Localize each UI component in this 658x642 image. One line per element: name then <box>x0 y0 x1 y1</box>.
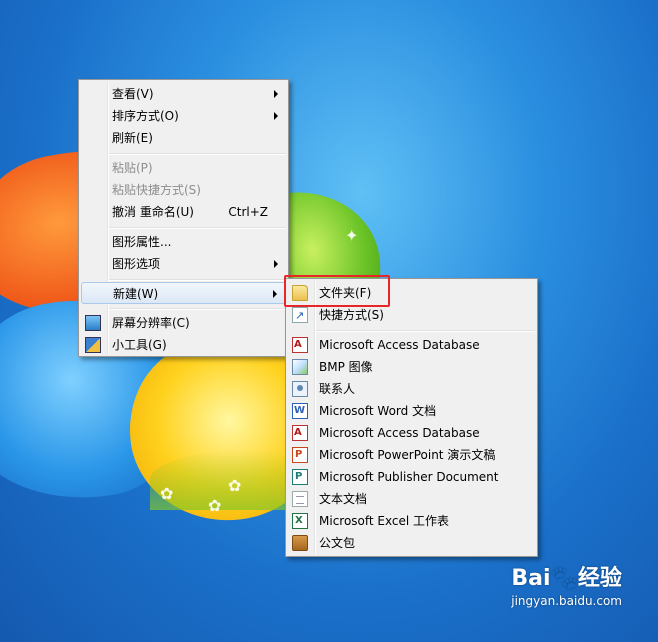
submenu-arrow-icon <box>274 90 278 98</box>
monitor-icon <box>85 315 101 331</box>
menu-item-new[interactable]: 新建(W) <box>81 282 286 304</box>
flower-icon: ✿ <box>208 496 222 515</box>
access-icon <box>292 334 308 356</box>
menu-item-paste-shortcut[interactable]: 粘贴快捷方式(S) <box>81 179 286 201</box>
annotation-highlight-box <box>284 275 390 307</box>
new-item-shortcut[interactable]: 快捷方式(S) <box>288 304 535 327</box>
menu-separator <box>316 330 535 332</box>
contact-icon <box>292 381 308 397</box>
menu-item-label: 撤消 重命名(U) <box>112 205 194 219</box>
watermark-brand: Bai🐾经验 <box>511 566 622 591</box>
menu-item-label: BMP 图像 <box>319 360 373 374</box>
new-item-publisher[interactable]: Microsoft Publisher Document <box>288 466 535 488</box>
butterfly-icon: ✦ <box>345 226 359 245</box>
menu-item-label: 图形属性... <box>112 235 172 249</box>
menu-item-label: Microsoft Access Database <box>319 338 480 352</box>
bmp-image-icon <box>292 359 308 375</box>
menu-item-graphics-properties[interactable]: 图形属性... <box>81 231 286 253</box>
menu-item-label: 排序方式(O) <box>112 109 179 123</box>
menu-separator <box>109 153 286 155</box>
menu-item-label: Microsoft Access Database <box>319 426 480 440</box>
menu-item-label: Microsoft PowerPoint 演示文稿 <box>319 448 496 462</box>
watermark-url: jingyan.baidu.com <box>511 594 622 608</box>
menu-separator <box>109 227 286 229</box>
new-submenu: 文件夹(F) 快捷方式(S) Microsoft Access Database… <box>285 278 538 557</box>
menu-item-graphics-options[interactable]: 图形选项 <box>81 253 286 275</box>
menu-item-label: 快捷方式(S) <box>319 308 384 322</box>
menu-item-paste[interactable]: 粘贴(P) <box>81 157 286 179</box>
submenu-arrow-icon <box>274 112 278 120</box>
menu-item-undo-rename[interactable]: 撤消 重命名(U) Ctrl+Z <box>81 201 286 223</box>
menu-item-refresh[interactable]: 刷新(E) <box>81 127 286 149</box>
menu-item-label: 公文包 <box>319 536 356 550</box>
menu-separator <box>109 308 286 310</box>
shortcut-icon <box>292 305 308 327</box>
menu-item-label: 查看(V) <box>112 87 154 101</box>
gadget-icon <box>85 337 101 353</box>
word-icon <box>292 400 308 422</box>
new-item-powerpoint[interactable]: Microsoft PowerPoint 演示文稿 <box>288 444 535 466</box>
menu-item-label: 新建(W) <box>113 287 159 301</box>
submenu-arrow-icon <box>273 290 277 298</box>
menu-item-label: Microsoft Publisher Document <box>319 470 499 484</box>
new-item-briefcase[interactable]: 公文包 <box>288 532 535 554</box>
menu-separator <box>109 279 286 281</box>
access-icon <box>292 422 308 444</box>
menu-item-label: 文本文档 <box>319 492 368 506</box>
powerpoint-icon <box>292 444 308 466</box>
baidu-jingyan-watermark: Bai🐾经验 jingyan.baidu.com <box>511 560 622 608</box>
menu-item-label: 小工具(G) <box>112 338 167 352</box>
menu-item-label: Microsoft Excel 工作表 <box>319 514 450 528</box>
menu-item-label: 刷新(E) <box>112 131 153 145</box>
new-item-text-document[interactable]: 文本文档 <box>288 488 535 510</box>
menu-item-label: 图形选项 <box>112 257 161 271</box>
menu-item-view[interactable]: 查看(V) <box>81 83 286 105</box>
flower-icon: ✿ <box>160 484 174 503</box>
new-item-access-database[interactable]: Microsoft Access Database <box>288 334 535 356</box>
new-item-contact[interactable]: 联系人 <box>288 378 535 400</box>
submenu-arrow-icon <box>274 260 278 268</box>
menu-item-screen-resolution[interactable]: 屏幕分辨率(C) <box>81 312 286 334</box>
publisher-icon <box>292 466 308 488</box>
menu-item-sort-by[interactable]: 排序方式(O) <box>81 105 286 127</box>
flower-icon: ✿ <box>228 476 242 495</box>
menu-item-label: 粘贴快捷方式(S) <box>112 183 201 197</box>
new-item-access-database-2[interactable]: Microsoft Access Database <box>288 422 535 444</box>
menu-item-label: 粘贴(P) <box>112 161 153 175</box>
new-item-bmp-image[interactable]: BMP 图像 <box>288 356 535 378</box>
text-document-icon <box>292 491 308 507</box>
new-item-word-document[interactable]: Microsoft Word 文档 <box>288 400 535 422</box>
briefcase-icon <box>292 535 308 551</box>
new-item-excel[interactable]: Microsoft Excel 工作表 <box>288 510 535 532</box>
menu-item-label: 屏幕分辨率(C) <box>112 316 190 330</box>
menu-item-gadgets[interactable]: 小工具(G) <box>81 334 286 356</box>
menu-item-label: Microsoft Word 文档 <box>319 404 437 418</box>
excel-icon <box>292 510 308 532</box>
desktop-context-menu: 查看(V) 排序方式(O) 刷新(E) 粘贴(P) 粘贴快捷方式(S) 撤消 重… <box>78 79 289 357</box>
menu-item-shortcut: Ctrl+Z <box>228 205 268 219</box>
menu-item-label: 联系人 <box>319 382 356 396</box>
